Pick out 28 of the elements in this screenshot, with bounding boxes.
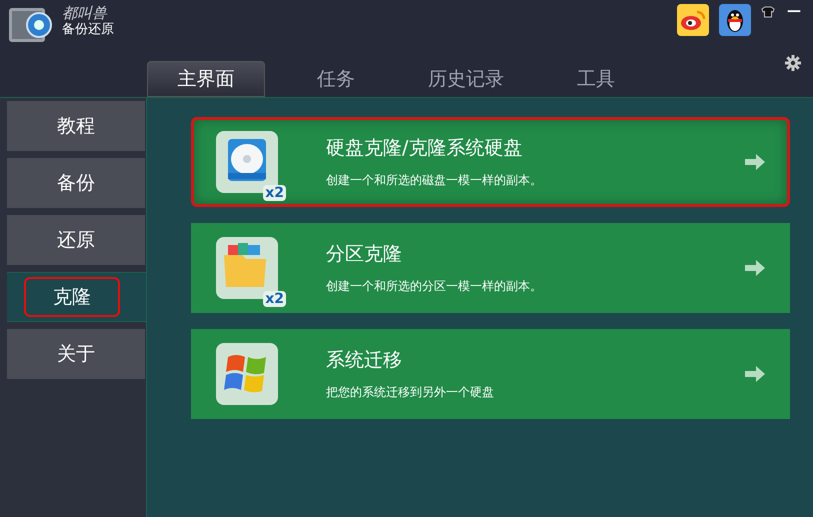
- option-title: 硬盘克隆/克隆系统硬盘: [326, 137, 524, 159]
- tab[interactable]: 工具: [537, 61, 655, 97]
- count-label: x2: [263, 291, 286, 307]
- app-name: 备份还原: [62, 22, 114, 38]
- tab[interactable]: 历史记录: [407, 61, 525, 97]
- settings-icon[interactable]: [785, 55, 801, 71]
- shirt-icon[interactable]: [761, 6, 775, 18]
- arrow-right-icon: [745, 154, 765, 170]
- option-description: 创建一个和所选的磁盘一模一样的副本。: [326, 173, 542, 187]
- windows-flag-icon: [216, 343, 278, 405]
- option-description: 把您的系统迁移到另外一个硬盘: [326, 385, 494, 399]
- penguin-icon[interactable]: [719, 4, 751, 36]
- tab[interactable]: 任务: [277, 61, 395, 97]
- option-title: 系统迁移: [326, 349, 403, 371]
- minimize-button[interactable]: —: [785, 4, 803, 18]
- clone-option-card[interactable]: x2 分区克隆 创建一个和所选的分区一模一样的副本。: [191, 223, 790, 313]
- tab[interactable]: 主界面: [147, 61, 265, 97]
- arrow-right-icon: [745, 366, 765, 382]
- brand-name: 都叫兽: [62, 4, 108, 22]
- safe-logo-icon: [8, 6, 52, 44]
- count-label: x2: [263, 185, 286, 201]
- sidebar-item[interactable]: 克隆: [24, 277, 120, 317]
- option-title: 分区克隆: [326, 243, 403, 265]
- clone-option-card[interactable]: 系统迁移 把您的系统迁移到另外一个硬盘: [191, 329, 790, 419]
- arrow-right-icon: [745, 260, 765, 276]
- clone-option-card[interactable]: x2 硬盘克隆/克隆系统硬盘 创建一个和所选的磁盘一模一样的副本。: [191, 117, 790, 207]
- option-description: 创建一个和所选的分区一模一样的副本。: [326, 279, 542, 293]
- weibo-eye-icon[interactable]: [677, 4, 709, 36]
